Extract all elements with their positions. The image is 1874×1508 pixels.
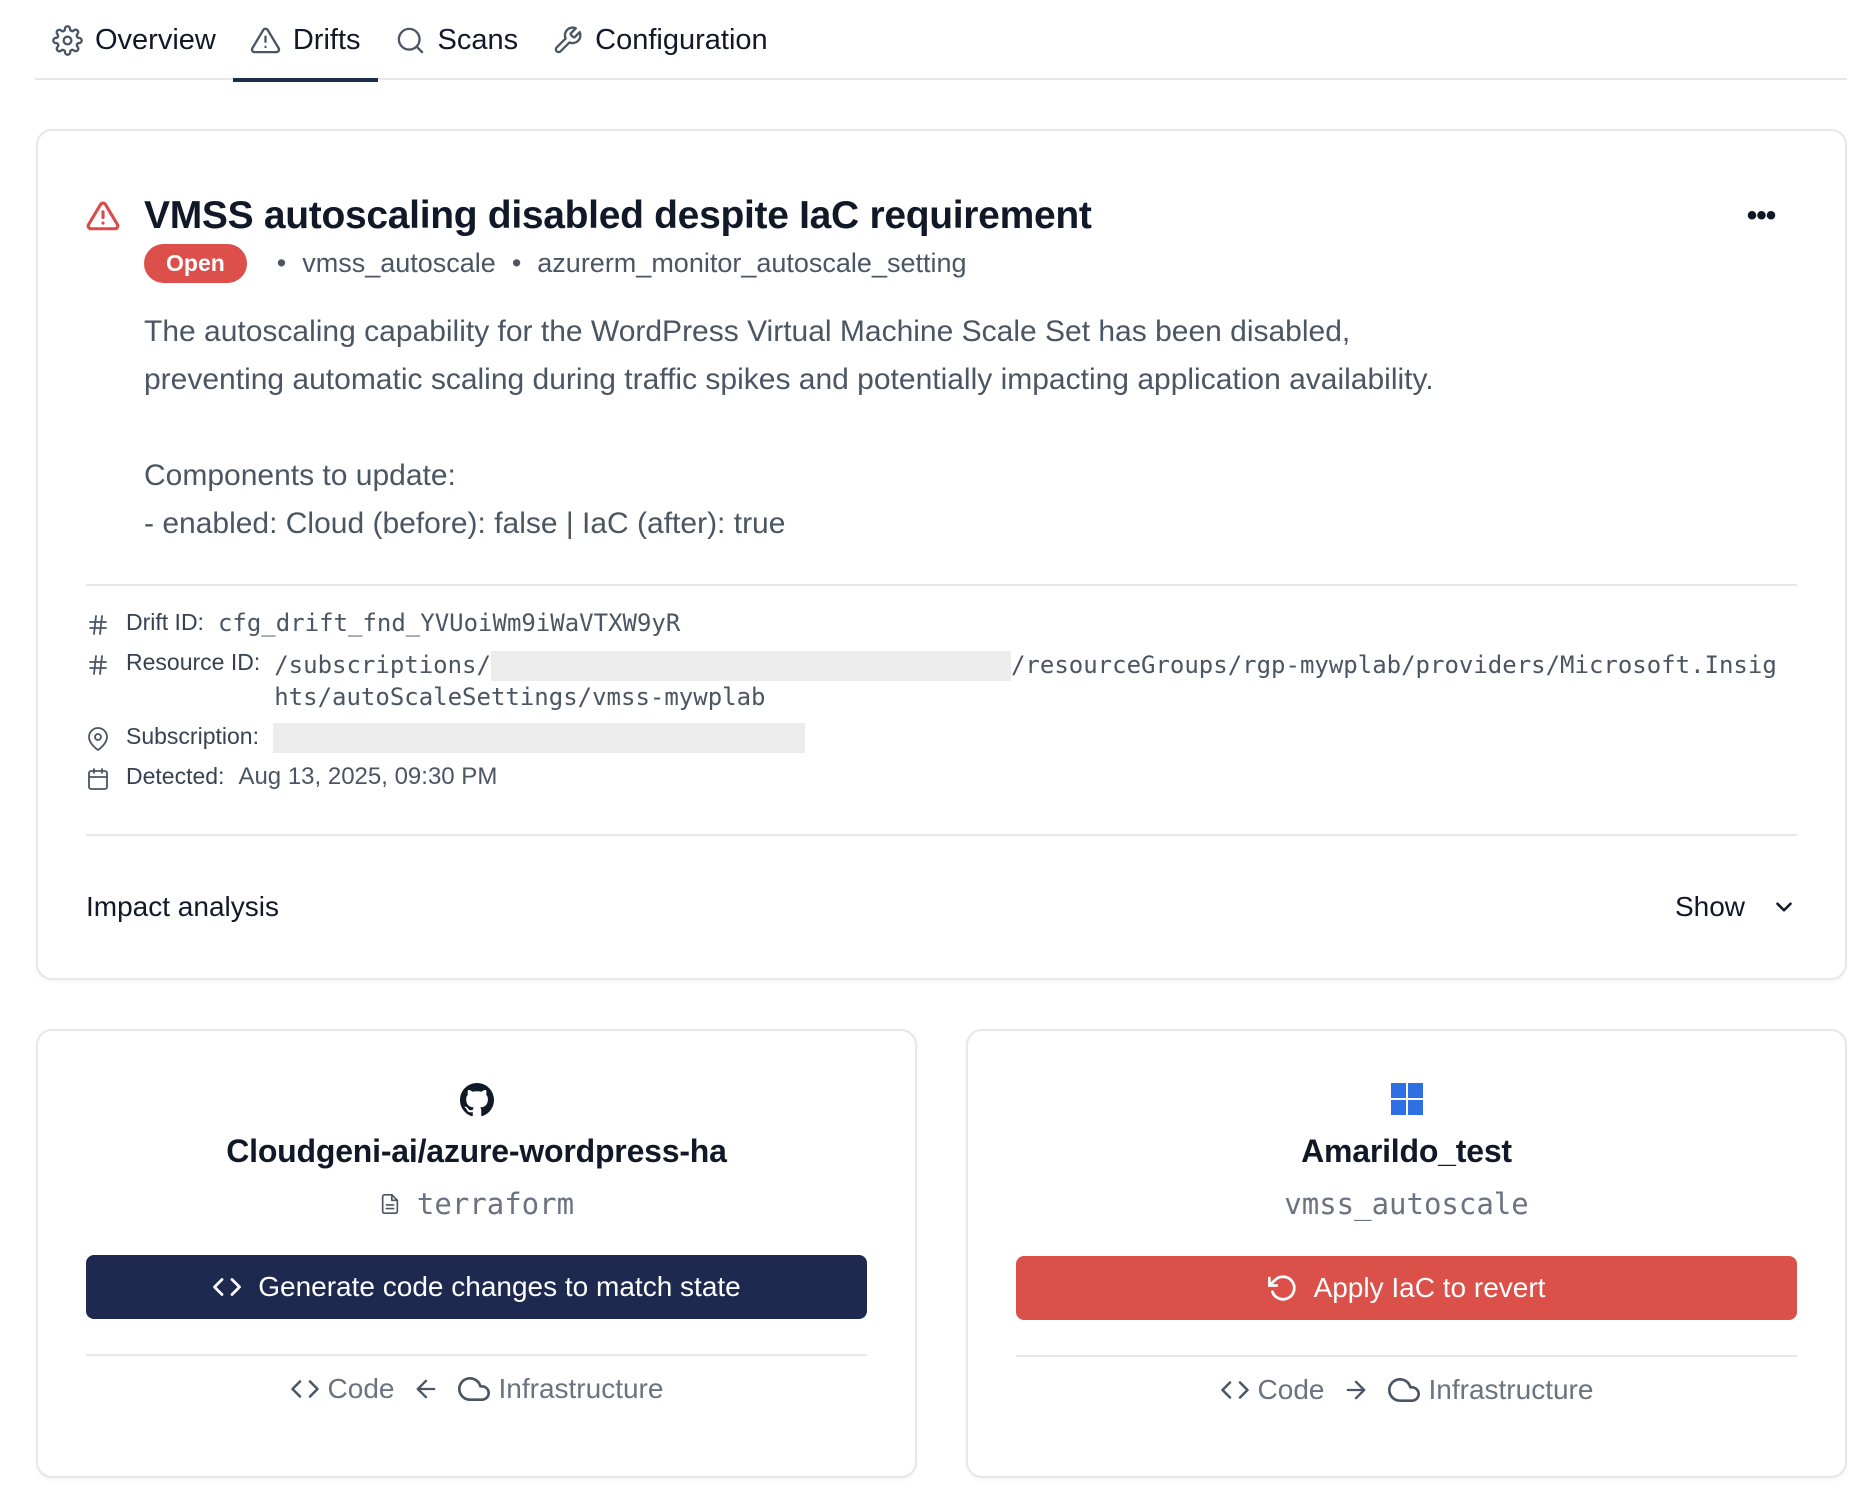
cloud-icon bbox=[458, 1377, 491, 1401]
arrow-left-icon bbox=[417, 1379, 436, 1399]
flow-from-label: Code bbox=[1257, 1374, 1325, 1405]
impact-analysis-label: Impact analysis bbox=[86, 891, 279, 922]
account-name-wrap: Amarildo_test bbox=[968, 1133, 1845, 1170]
drift-detail-card: VMSS autoscaling disabled despite IaC re… bbox=[36, 129, 1847, 980]
repo-name: Cloudgeni-ai/azure-wordpress-ha bbox=[226, 1133, 727, 1169]
resource-type: azurerm_monitor_autoscale_setting bbox=[537, 248, 967, 278]
arrow-right-icon bbox=[1347, 1380, 1366, 1400]
cloud-icon bbox=[1388, 1378, 1421, 1402]
calendar-icon bbox=[88, 768, 108, 790]
description-line: The autoscaling capability for the WordP… bbox=[144, 315, 1351, 348]
tab-overview[interactable]: Overview bbox=[35, 0, 233, 80]
repo-name-wrap: Cloudgeni-ai/azure-wordpress-ha bbox=[38, 1133, 915, 1170]
subscription-label: Subscription: bbox=[126, 723, 259, 749]
divider bbox=[1016, 1355, 1797, 1357]
repo-sub-wrap: terraform bbox=[38, 1187, 915, 1221]
components-heading: Components to update: bbox=[144, 459, 456, 492]
resource-id-prefix: /subscriptions/ bbox=[274, 651, 491, 679]
impact-show-toggle[interactable]: Show bbox=[1675, 891, 1797, 923]
code-icon bbox=[290, 1380, 319, 1398]
redacted-block bbox=[272, 723, 805, 753]
separator-dot: • bbox=[276, 248, 287, 278]
resource-id-value: /subscriptions/ /resourceGroups/rgp-mywpl… bbox=[274, 649, 1777, 713]
drift-header: VMSS autoscaling disabled despite IaC re… bbox=[86, 186, 1797, 246]
detected-label: Detected: bbox=[126, 763, 225, 789]
warning-triangle-icon bbox=[250, 27, 280, 53]
button-label: Generate code changes to match state bbox=[258, 1271, 741, 1302]
tab-label: Configuration bbox=[595, 23, 768, 56]
repository-card: Cloudgeni-ai/azure-wordpress-ha terrafor… bbox=[36, 1029, 917, 1478]
tab-drifts[interactable]: Drifts bbox=[232, 0, 378, 82]
drift-meta: Open • vmss_autoscale • azurerm_monitor_… bbox=[144, 244, 967, 283]
tab-configuration[interactable]: Configuration bbox=[535, 0, 785, 80]
subscription-row: Subscription: bbox=[86, 723, 1786, 763]
tab-bar: Overview Drifts Scans Configuration bbox=[35, 0, 1847, 82]
hash-icon bbox=[89, 655, 107, 675]
gear-icon bbox=[52, 24, 83, 56]
flow-indicator: Code Infrastructure bbox=[38, 1373, 915, 1405]
more-options-button[interactable]: ••• bbox=[1739, 194, 1783, 238]
drift-details: Drift ID: cfg_drift_fnd_YVUoiWm9iWaVTXW9… bbox=[86, 609, 1786, 803]
search-icon bbox=[397, 27, 423, 53]
tab-label: Drifts bbox=[292, 23, 361, 56]
cloud-account-card: Amarildo_test vmss_autoscale Apply IaC t… bbox=[966, 1029, 1847, 1478]
drift-id-label: Drift ID: bbox=[126, 609, 204, 635]
repo-sub: terraform bbox=[379, 1187, 574, 1221]
flow-to-label: Infrastructure bbox=[498, 1373, 664, 1404]
impact-analysis-row: Impact analysis Show bbox=[86, 891, 1797, 923]
components-item: - enabled: Cloud (before): false | IaC (… bbox=[144, 507, 786, 540]
flow-indicator: Code Infrastructure bbox=[968, 1374, 1845, 1406]
chevron-down-icon bbox=[1776, 902, 1792, 912]
button-label: Apply IaC to revert bbox=[1313, 1272, 1546, 1303]
code-icon bbox=[213, 1278, 242, 1296]
show-label: Show bbox=[1674, 891, 1745, 922]
tab-label: Overview bbox=[95, 23, 216, 56]
flow-from-label: Code bbox=[327, 1373, 395, 1404]
drift-description: The autoscaling capability for the WordP… bbox=[144, 308, 1704, 548]
drift-title: VMSS autoscaling disabled despite IaC re… bbox=[144, 194, 1092, 237]
detected-row: Detected: Aug 13, 2025, 09:30 PM bbox=[86, 763, 1786, 803]
wrench-icon bbox=[554, 25, 582, 53]
separator-dot: • bbox=[511, 248, 522, 278]
azure-icon-wrap bbox=[968, 1083, 1845, 1115]
code-icon bbox=[1220, 1381, 1249, 1399]
github-icon-wrap bbox=[38, 1083, 915, 1117]
status-badge: Open bbox=[144, 244, 247, 283]
resource-name: vmss_autoscale bbox=[302, 248, 496, 278]
divider bbox=[86, 1354, 867, 1356]
map-pin-icon bbox=[88, 727, 108, 751]
rotate-ccw-icon bbox=[1267, 1275, 1296, 1301]
drift-id-value: cfg_drift_fnd_YVUoiWm9iWaVTXW9yR bbox=[217, 609, 681, 637]
resource-id-line2: hts/autoScaleSettings/vmss-mywplab bbox=[274, 683, 766, 711]
account-name: Amarildo_test bbox=[1301, 1133, 1512, 1169]
repo-framework: terraform bbox=[416, 1187, 575, 1221]
description-line: preventing automatic scaling during traf… bbox=[144, 363, 1434, 396]
account-resource: vmss_autoscale bbox=[1284, 1187, 1529, 1221]
resource-id-suffix: /resourceGroups/rgp-mywplab/providers/Mi… bbox=[1010, 651, 1777, 679]
tab-scans[interactable]: Scans bbox=[378, 0, 536, 80]
resource-id-label: Resource ID: bbox=[126, 649, 261, 675]
ellipsis-icon: ••• bbox=[1746, 199, 1776, 232]
file-icon bbox=[381, 1194, 399, 1214]
tab-label: Scans bbox=[437, 23, 519, 56]
drift-id-row: Drift ID: cfg_drift_fnd_YVUoiWm9iWaVTXW9… bbox=[86, 609, 1786, 649]
azure-windows-icon bbox=[1390, 1083, 1423, 1115]
github-icon bbox=[459, 1083, 494, 1117]
flow-to-label: Infrastructure bbox=[1428, 1374, 1594, 1405]
apply-iac-revert-button[interactable]: Apply IaC to revert bbox=[1016, 1256, 1797, 1320]
detected-value: Aug 13, 2025, 09:30 PM bbox=[238, 763, 498, 790]
divider bbox=[86, 834, 1797, 836]
divider bbox=[86, 584, 1797, 586]
warning-triangle-icon bbox=[86, 201, 120, 231]
resource-id-row: Resource ID: /subscriptions/ /resourceGro… bbox=[86, 649, 1786, 723]
generate-code-changes-button[interactable]: Generate code changes to match state bbox=[86, 1255, 867, 1319]
hash-icon bbox=[89, 615, 107, 635]
redacted-block bbox=[490, 651, 1011, 681]
account-sub-wrap: vmss_autoscale bbox=[968, 1187, 1845, 1221]
